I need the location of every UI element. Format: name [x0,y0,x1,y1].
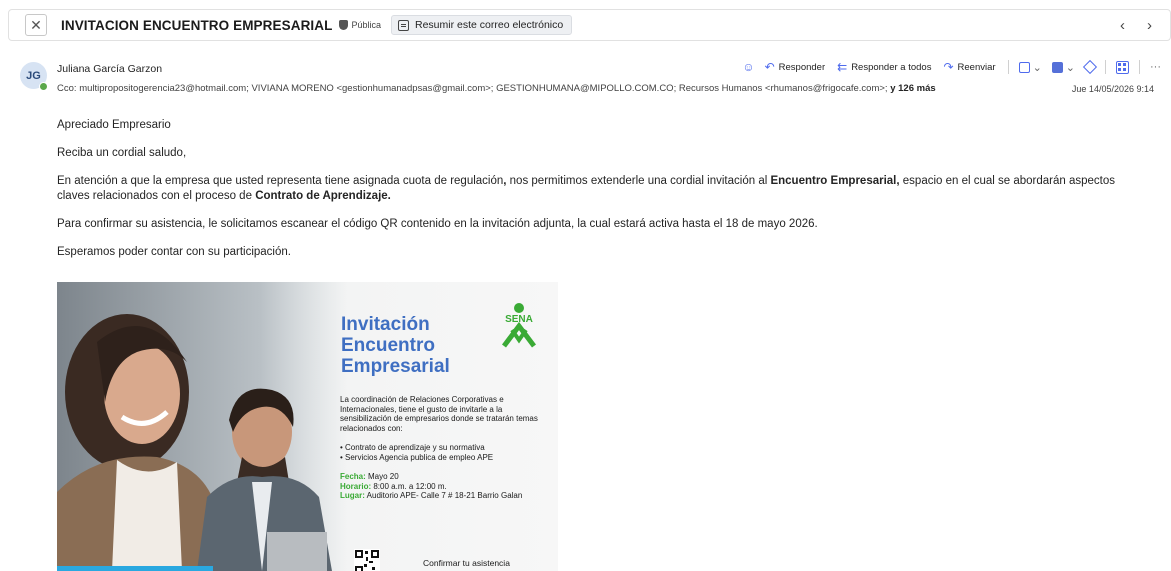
more-recipients-link[interactable]: y 126 más [890,83,935,94]
sender-name[interactable]: Juliana García Garzon [57,63,162,75]
cc-line: Cco: multipropositogerencia23@hotmail.co… [57,83,936,94]
chevron-down-icon: ⌄ [1032,61,1042,74]
acrobat-button[interactable]: ⌄ [1051,61,1075,74]
email-body: Apreciado Empresario Reciba un cordial s… [57,118,1147,273]
grid-icon [1116,60,1129,74]
forward-label: Reenviar [957,61,996,73]
sena-logo: SENA [502,303,536,348]
message-actions: ☺ ↶ Responder ⇇ Responder a todos ↷ Reen… [742,59,1161,75]
reply-all-icon: ⇇ [837,60,848,74]
diamond-icon [1082,59,1098,75]
close-icon[interactable]: ✕ [25,14,47,36]
toolbar-divider [1139,60,1140,74]
next-email-button[interactable]: › [1147,17,1152,34]
more-actions-button[interactable]: ··· [1150,61,1161,73]
summary-icon [398,19,409,31]
reply-all-button[interactable]: ⇇ Responder a todos [837,60,931,74]
summarize-button[interactable]: Resumir este correo electrónico [391,15,573,35]
share-icon [1018,61,1030,73]
paragraph-1: En atención a que la empresa que usted r… [57,175,1116,202]
reply-button[interactable]: ↶ Responder [765,60,826,74]
visibility-label: Pública [351,20,381,30]
forward-button[interactable]: ↷ Reenviar [943,60,995,74]
email-datetime: Jue 14/05/2026 9:14 [1071,84,1154,94]
teams-share-button[interactable]: ⌄ [1018,61,1042,74]
qr-code-icon [354,549,380,571]
cc-prefix: Cco: [57,83,77,94]
chevron-down-icon: ⌄ [1065,61,1075,74]
invitation-details: La coordinación de Relaciones Corporativ… [340,395,538,500]
invitation-image[interactable]: Invitación Encuentro Empresarial SENA La… [57,282,558,571]
acrobat-icon [1051,61,1063,73]
apps-button[interactable] [1116,60,1129,74]
people-photo [57,282,347,571]
reply-all-label: Responder a todos [851,61,932,73]
paragraph-2: Para confirmar su asistencia, le solicit… [57,218,818,230]
salutation: Reciba un cordial saludo, [57,147,187,159]
more-label: ··· [1150,61,1161,73]
email-navigation: ‹ › [1120,17,1152,34]
copilot-button[interactable] [1082,59,1098,75]
decorative-strip [57,566,213,571]
emoji-icon[interactable]: ☺ [742,60,754,74]
greeting: Apreciado Empresario [57,119,171,131]
email-subject: INVITACION ENCUENTRO EMPRESARIAL [61,17,333,33]
toolbar-divider [1105,60,1106,74]
presence-status-icon [39,82,48,91]
summarize-label: Resumir este correo electrónico [415,19,564,31]
toolbar-divider [1007,60,1009,74]
subject-bar: ✕ INVITACION ENCUENTRO EMPRESARIAL Públi… [8,9,1171,41]
cc-recipients[interactable]: multipropositogerencia23@hotmail.com; VI… [79,83,887,94]
paragraph-3: Esperamos poder contar con su participac… [57,246,291,258]
previous-email-button[interactable]: ‹ [1120,17,1125,34]
invitation-title: Invitación Encuentro Empresarial [341,314,450,377]
forward-icon: ↷ [943,60,954,74]
reply-label: Responder [778,61,826,73]
reply-icon: ↶ [764,60,775,74]
shield-icon [339,20,349,30]
confirm-attendance-text: Confirmar tu asistencia [423,558,510,568]
